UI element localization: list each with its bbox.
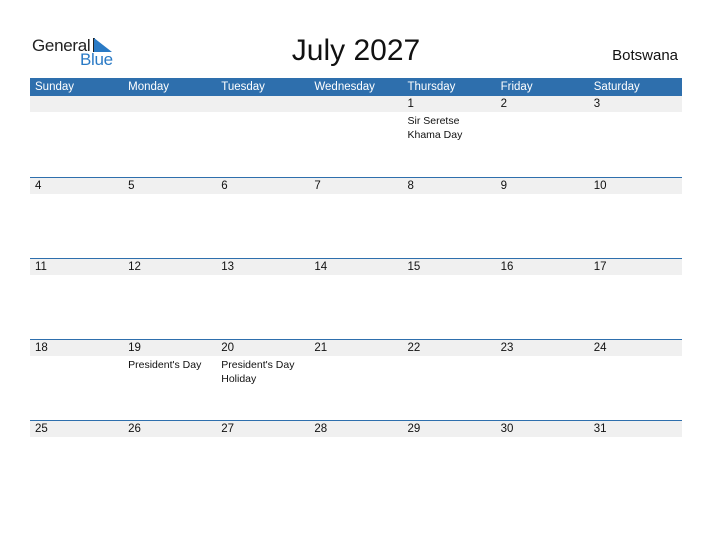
holiday-label bbox=[123, 275, 216, 277]
day-number: 11 bbox=[35, 261, 47, 273]
day-number: 21 bbox=[314, 342, 328, 354]
day-number: 17 bbox=[593, 261, 607, 273]
holiday-label bbox=[309, 112, 402, 142]
date-strip: 25 26 27 28 29 30 31 bbox=[30, 421, 682, 437]
holiday-label bbox=[496, 112, 589, 142]
events-row bbox=[30, 437, 682, 439]
holiday-label bbox=[589, 356, 682, 386]
day-number: 23 bbox=[500, 342, 514, 354]
weekday-thursday: Thursday bbox=[407, 81, 456, 93]
date-strip: 11 12 13 14 15 16 17 bbox=[30, 259, 682, 275]
week-row: 4 5 6 7 8 9 10 bbox=[30, 177, 682, 258]
holiday-label bbox=[30, 194, 123, 196]
day-number: 18 bbox=[35, 342, 48, 354]
day-number: 8 bbox=[407, 180, 414, 192]
holiday-label bbox=[496, 275, 589, 277]
holiday-label bbox=[123, 437, 216, 439]
day-number: 3 bbox=[593, 98, 601, 110]
weekday-monday: Monday bbox=[128, 81, 170, 93]
date-strip: 1 2 3 bbox=[30, 96, 682, 112]
week-row: 11 12 13 14 15 16 17 bbox=[30, 258, 682, 339]
day-number: 5 bbox=[128, 180, 135, 192]
day-number: 2 bbox=[500, 98, 508, 110]
holiday-label bbox=[216, 275, 309, 277]
day-number: 24 bbox=[593, 342, 607, 354]
week-row: 25 26 27 28 29 30 31 bbox=[30, 420, 682, 501]
week-row: 18 19 20 21 22 23 24 President's Day President's… bbox=[30, 339, 682, 420]
holiday-label bbox=[30, 275, 123, 277]
day-number: 12 bbox=[128, 261, 141, 273]
holiday-label bbox=[496, 437, 589, 439]
calendar-grid: Sunday Monday Tuesday Wednesday Thursday Frid… bbox=[30, 78, 682, 501]
day-number: 14 bbox=[314, 261, 328, 273]
holiday-label bbox=[496, 194, 589, 196]
events-row: President's Day President's Day Holiday bbox=[30, 356, 682, 386]
weekday-friday: Friday bbox=[500, 81, 533, 93]
day-number: 30 bbox=[500, 423, 514, 435]
date-strip: 18 19 20 21 22 23 24 bbox=[30, 340, 682, 356]
holiday-label bbox=[216, 112, 309, 142]
day-number bbox=[123, 96, 216, 112]
day-number: 28 bbox=[314, 423, 328, 435]
holiday-label bbox=[403, 356, 496, 386]
day-number: 6 bbox=[221, 180, 228, 192]
holiday-label: Sir Seretse Khama Day bbox=[407, 115, 463, 141]
events-row: Sir Seretse Khama Day bbox=[30, 112, 682, 142]
day-number: 13 bbox=[221, 261, 235, 273]
holiday-label bbox=[123, 112, 216, 142]
events-row bbox=[30, 275, 682, 277]
holiday-label: President's Day bbox=[128, 359, 202, 371]
day-number: 1 bbox=[407, 98, 414, 110]
holiday-label bbox=[309, 437, 402, 439]
weekday-sunday: Sunday bbox=[35, 81, 75, 93]
holiday-label bbox=[589, 112, 682, 142]
holiday-label bbox=[589, 275, 682, 277]
day-number: 10 bbox=[593, 180, 607, 192]
holiday-label bbox=[403, 194, 496, 196]
holiday-label bbox=[216, 194, 309, 196]
day-number: 29 bbox=[407, 423, 421, 435]
day-number: 9 bbox=[500, 180, 508, 192]
day-number bbox=[309, 96, 402, 112]
weekday-tuesday: Tuesday bbox=[221, 81, 265, 93]
weekday-header: Sunday Monday Tuesday Wednesday Thursday Frid… bbox=[30, 78, 682, 96]
day-number: 15 bbox=[407, 261, 421, 273]
day-number: 31 bbox=[593, 423, 607, 435]
day-number: 26 bbox=[128, 423, 141, 435]
holiday-label bbox=[123, 194, 216, 196]
day-number bbox=[216, 96, 309, 112]
holiday-label bbox=[309, 356, 402, 386]
holiday-label bbox=[30, 356, 123, 386]
country-label: Botswana bbox=[612, 47, 678, 64]
holiday-label bbox=[216, 437, 309, 439]
holiday-label bbox=[496, 356, 589, 386]
holiday-label bbox=[403, 275, 496, 277]
holiday-label: President's Day Holiday bbox=[221, 359, 295, 385]
day-number: 27 bbox=[221, 423, 235, 435]
day-number: 22 bbox=[407, 342, 421, 354]
day-number: 4 bbox=[35, 180, 42, 192]
week-row: 1 2 3 Sir Seretse Khama Day bbox=[30, 96, 682, 177]
weekday-saturday: Saturday bbox=[593, 81, 640, 93]
day-number: 19 bbox=[128, 342, 141, 354]
holiday-label bbox=[589, 437, 682, 439]
day-number: 16 bbox=[500, 261, 514, 273]
day-number: 7 bbox=[314, 180, 321, 192]
day-number: 20 bbox=[221, 342, 235, 354]
page-title: July 2027 bbox=[291, 34, 421, 67]
holiday-label bbox=[30, 437, 123, 439]
day-number bbox=[30, 96, 123, 112]
holiday-label bbox=[309, 275, 402, 277]
holiday-label bbox=[403, 437, 496, 439]
holiday-label bbox=[589, 194, 682, 196]
holiday-label bbox=[30, 112, 123, 142]
holiday-label bbox=[309, 194, 402, 196]
events-row bbox=[30, 194, 682, 196]
date-strip: 4 5 6 7 8 9 10 bbox=[30, 178, 682, 194]
weekday-wednesday: Wednesday bbox=[314, 81, 375, 93]
day-number: 25 bbox=[35, 423, 48, 435]
